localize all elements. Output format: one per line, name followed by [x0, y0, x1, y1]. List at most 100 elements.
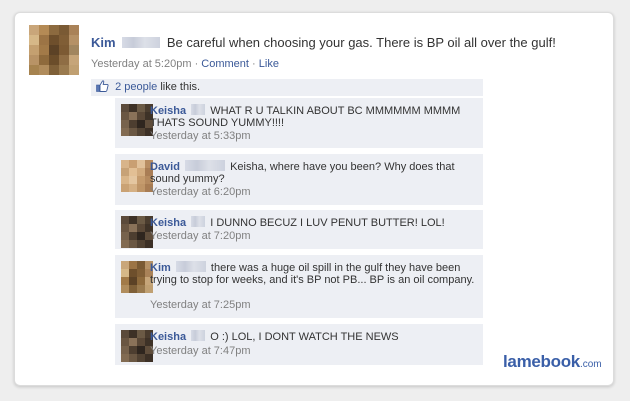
avatar-pixel — [49, 35, 59, 45]
comment-item: Keisha O :) LOL, I DONT WATCH THE NEWS Y… — [115, 323, 483, 365]
avatar-pixel — [137, 285, 145, 293]
avatar-pixel — [137, 338, 145, 346]
comment-link[interactable]: Comment — [201, 58, 249, 70]
comment-timestamp: Yesterday at 7:25pm — [150, 299, 251, 311]
avatar-pixel — [39, 25, 49, 35]
comment-item: Keisha WHAT R U TALKIN ABOUT BC MMMMMM M… — [115, 97, 483, 148]
avatar-pixel — [39, 65, 49, 75]
comment-author-avatar[interactable] — [121, 104, 153, 136]
avatar-pixel — [121, 232, 129, 240]
comment-author-avatar[interactable] — [121, 216, 153, 248]
avatar-pixel — [129, 338, 137, 346]
avatar-pixel — [129, 240, 137, 248]
avatar-pixel — [49, 45, 59, 55]
comment-item: Keisha I DUNNO BECUZ I LUV PENUT BUTTER!… — [115, 209, 483, 249]
avatar-pixel — [59, 55, 69, 65]
avatar-pixel — [145, 285, 153, 293]
comment-body: Kim there was a huge oil spill in the gu… — [150, 261, 476, 286]
avatar-pixel — [39, 45, 49, 55]
comment-item: Kim there was a huge oil spill in the gu… — [115, 254, 483, 318]
avatar-pixel — [129, 184, 137, 192]
meta-separator: · — [194, 58, 199, 70]
avatar-pixel — [121, 176, 129, 184]
avatar-pixel — [129, 277, 137, 285]
avatar-pixel — [129, 216, 137, 224]
avatar-pixel — [49, 55, 59, 65]
comment-author-avatar[interactable] — [121, 330, 153, 362]
comment-body: Keisha O :) LOL, I DONT WATCH THE NEWS — [150, 330, 476, 343]
watermark-name: lamebook — [503, 352, 580, 371]
avatar-pixel — [137, 354, 145, 362]
blurred-surname — [122, 37, 161, 48]
avatar-pixel — [137, 346, 145, 354]
avatar-pixel — [137, 330, 145, 338]
avatar-pixel — [121, 269, 129, 277]
post-author-name[interactable]: Kim — [91, 35, 116, 50]
post-content: Kim Be careful when choosing your gas. T… — [91, 35, 556, 51]
avatar-pixel — [129, 330, 137, 338]
avatar-pixel — [137, 128, 145, 136]
avatar-pixel — [121, 277, 129, 285]
avatar-pixel — [137, 261, 145, 269]
avatar-pixel — [121, 112, 129, 120]
comment-author-avatar[interactable] — [121, 261, 153, 293]
avatar-pixel — [137, 160, 145, 168]
post-author-avatar[interactable] — [29, 25, 79, 75]
avatar-pixel — [129, 128, 137, 136]
avatar-pixel — [121, 261, 129, 269]
comment-timestamp: Yesterday at 6:20pm — [150, 186, 251, 198]
comment-timestamp: Yesterday at 7:47pm — [150, 345, 251, 357]
comment-author-name[interactable]: David — [150, 161, 180, 173]
comment-author-name[interactable]: Keisha — [150, 105, 186, 117]
blurred-surname — [191, 330, 206, 341]
avatar-pixel — [137, 216, 145, 224]
meta-separator: · — [252, 58, 256, 70]
avatar-pixel — [121, 120, 129, 128]
comment-body: Keisha WHAT R U TALKIN ABOUT BC MMMMMM M… — [150, 104, 476, 129]
comment-author-avatar[interactable] — [121, 160, 153, 192]
avatar-pixel — [39, 55, 49, 65]
avatar-pixel — [121, 128, 129, 136]
avatar-pixel — [121, 354, 129, 362]
comment-item: David Keisha, where have you been? Why d… — [115, 153, 483, 205]
likes-summary: 2 people like this. — [91, 79, 483, 96]
avatar-pixel — [121, 346, 129, 354]
avatar-pixel — [129, 104, 137, 112]
comment-timestamp: Yesterday at 7:20pm — [150, 230, 251, 242]
avatar-pixel — [137, 232, 145, 240]
comment-author-name[interactable]: Kim — [150, 262, 171, 274]
avatar-pixel — [137, 269, 145, 277]
avatar-pixel — [121, 184, 129, 192]
post-meta: Yesterday at 5:20pm · Comment · Like — [91, 58, 279, 70]
avatar-pixel — [59, 35, 69, 45]
avatar-pixel — [29, 25, 39, 35]
avatar-pixel — [129, 354, 137, 362]
like-link[interactable]: Like — [259, 58, 279, 70]
avatar-pixel — [39, 35, 49, 45]
avatar-pixel — [137, 184, 145, 192]
avatar-pixel — [129, 346, 137, 354]
blurred-surname — [191, 104, 206, 115]
avatar-pixel — [137, 120, 145, 128]
avatar-pixel — [121, 240, 129, 248]
avatar-pixel — [129, 168, 137, 176]
lamebook-watermark: lamebook.com — [503, 352, 602, 372]
likers-link[interactable]: 2 people — [115, 81, 157, 93]
avatar-pixel — [137, 104, 145, 112]
comment-body: Keisha I DUNNO BECUZ I LUV PENUT BUTTER!… — [150, 216, 476, 229]
avatar-pixel — [29, 35, 39, 45]
comment-text: O :) LOL, I DONT WATCH THE NEWS — [210, 331, 399, 343]
avatar-pixel — [137, 168, 145, 176]
avatar-pixel — [49, 25, 59, 35]
avatar-pixel — [59, 25, 69, 35]
comment-author-name[interactable]: Keisha — [150, 217, 186, 229]
avatar-pixel — [129, 269, 137, 277]
avatar-pixel — [121, 160, 129, 168]
avatar-pixel — [29, 65, 39, 75]
avatar-pixel — [29, 45, 39, 55]
comment-author-name[interactable]: Keisha — [150, 331, 186, 343]
post-message: Be careful when choosing your gas. There… — [166, 35, 556, 50]
avatar-pixel — [59, 45, 69, 55]
avatar-pixel — [121, 168, 129, 176]
avatar-pixel — [137, 112, 145, 120]
